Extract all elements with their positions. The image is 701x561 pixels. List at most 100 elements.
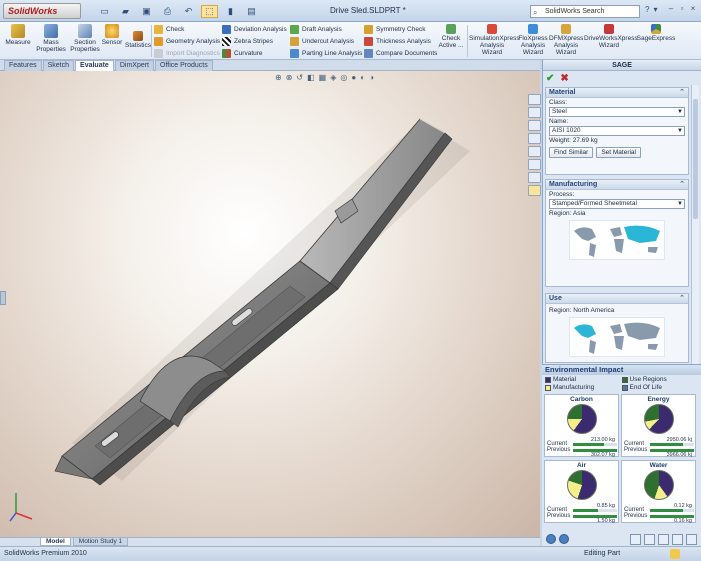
zebra-stripes-button[interactable]: Zebra Stripes [222, 35, 287, 47]
sensor-button[interactable]: Sensor [101, 24, 123, 46]
options-icon[interactable]: ▤ [243, 5, 260, 18]
rebuild-icon[interactable]: ▮ [222, 5, 239, 18]
measure-button[interactable]: Measure [4, 24, 32, 46]
collapse-icon[interactable]: ⌃ [679, 294, 685, 304]
graphics-area[interactable]: ⊕ ⊗ ↺ ◧ ▦ ◈ ◎ ● ◐ ◑ [0, 71, 540, 537]
tab-sketch[interactable]: Sketch [42, 60, 75, 71]
legend-swatch [545, 377, 551, 383]
impact-legend: Material Use Regions Manufacturing End O… [542, 375, 701, 393]
design-library-icon[interactable] [528, 107, 541, 118]
manufacturing-region-map[interactable] [569, 220, 665, 260]
save-icon[interactable]: ▣ [138, 5, 155, 18]
minimize-button[interactable]: – [666, 4, 676, 14]
view-palette-icon[interactable] [528, 146, 541, 157]
collapse-icon[interactable]: ⌃ [679, 88, 685, 98]
compare-documents-button[interactable]: Compare Documents [364, 47, 437, 59]
impact-card-carbon[interactable]: Carbon 213.00 kg Current Previous 302.07 kg [544, 394, 619, 458]
previous-value: 302.07 kg [590, 452, 615, 458]
collapse-icon[interactable]: ⌃ [679, 180, 685, 190]
undercut-analysis-button[interactable]: Undercut Analysis [290, 35, 362, 47]
deviation-analysis-button[interactable]: Deviation Analysis [222, 23, 287, 35]
sageexpress-button[interactable]: SageExpress [636, 24, 676, 42]
impact-card-title: Energy [647, 396, 670, 403]
class-select[interactable]: Steel ▼ [549, 107, 685, 117]
mass-properties-button[interactable]: Mass Properties [34, 24, 68, 53]
legend-swatch [545, 385, 551, 391]
find-similar-button[interactable]: Find Similar [549, 147, 594, 158]
open-folder-icon[interactable]: ▰ [117, 5, 134, 18]
dfmxpress-button[interactable]: DFMXpress Analysis Wizard [549, 24, 583, 56]
simulationxpress-button[interactable]: SimulationXpress Analysis Wizard [469, 24, 520, 56]
export-icon[interactable] [672, 533, 683, 545]
command-tabs: Features Sketch Evaluate DimXpert Office… [0, 60, 540, 71]
statistics-button[interactable]: Statistics [124, 31, 152, 49]
tab-dimxpert[interactable]: DimXpert [114, 60, 155, 71]
scrollbar-thumb[interactable] [693, 99, 698, 219]
restore-button[interactable]: ▫ [677, 4, 687, 14]
check-button[interactable]: Check [154, 23, 220, 35]
geometry-analysis-button[interactable]: Geometry Analysis [154, 35, 220, 47]
file-explorer-icon[interactable] [528, 120, 541, 131]
tab-evaluate[interactable]: Evaluate [75, 60, 114, 71]
thickness-analysis-button[interactable]: Thickness Analysis [364, 35, 437, 47]
import-icon[interactable] [658, 533, 669, 545]
previous-label: Previous [624, 447, 648, 453]
material-name-select[interactable]: AISI 1020 ▼ [549, 126, 685, 136]
sustainability-icon[interactable] [528, 185, 541, 196]
sage-icon [651, 24, 661, 34]
ok-check-icon[interactable]: ✔ [546, 73, 554, 84]
close-button[interactable]: × [688, 4, 698, 14]
scale-icon [44, 24, 58, 38]
quick-access-toolbar: ▭ ▰ ▣ ⎙ ↶ ⬚ ▮ ▤ [96, 5, 260, 18]
impact-card-air[interactable]: Air 0.85 kg Current Previous 1.50 kg [544, 460, 619, 524]
previous-label: Previous [547, 513, 571, 519]
process-select[interactable]: Stamped/Formed Sheetmetal ▼ [549, 199, 685, 209]
print-icon[interactable]: ⎙ [159, 5, 176, 18]
undo-icon[interactable]: ↶ [180, 5, 197, 18]
drive-sled-model [54, 118, 470, 486]
import-diagnostics-button[interactable]: Import Diagnostics [154, 47, 220, 59]
search-input[interactable]: ⌕ SolidWorks Search [530, 5, 640, 18]
new-document-icon[interactable]: ▭ [96, 5, 113, 18]
zebra-icon [222, 36, 231, 46]
impact-card-water[interactable]: Water 0.12 kg Current Previous 0.16 kg [621, 460, 696, 524]
set-material-button[interactable]: Set Material [596, 147, 641, 158]
appearances-icon[interactable] [528, 159, 541, 170]
home-icon[interactable] [528, 94, 541, 105]
compare-icon [364, 48, 373, 58]
floxpress-button[interactable]: FloXpress Analysis Wizard [517, 24, 549, 56]
use-region-map[interactable] [569, 317, 665, 357]
symmetry-icon [364, 24, 373, 34]
impact-card-energy[interactable]: Energy 2950.06 kj Current Previous 3966.06 k… [621, 394, 696, 458]
region-label: Region: [549, 210, 572, 217]
dfmxpress-icon [561, 24, 571, 34]
draft-analysis-button[interactable]: Draft Analysis [290, 23, 362, 35]
curvature-button[interactable]: Curvature [222, 47, 287, 59]
dropdown-icon[interactable]: ▾ [653, 5, 657, 14]
parting-line-analysis-button[interactable]: Parting Line Analysis [290, 47, 362, 59]
symmetry-check-button[interactable]: Symmetry Check [364, 23, 437, 35]
tab-features[interactable]: Features [4, 60, 42, 71]
tab-office-products[interactable]: Office Products [155, 60, 213, 71]
report-icon[interactable] [630, 533, 641, 545]
driveworksxpress-button[interactable]: DriveWorksXpress Wizard [584, 24, 638, 49]
forward-arrow-icon[interactable] [559, 534, 569, 544]
app-logo[interactable]: SolidWorks [3, 3, 81, 19]
cancel-x-icon[interactable]: ✖ [560, 73, 568, 84]
quick-tips-icon[interactable] [670, 549, 680, 559]
legend-swatch [621, 385, 628, 391]
tab-model[interactable]: Model [40, 538, 71, 546]
section-properties-button[interactable]: Section Properties [69, 24, 101, 53]
check-active-button[interactable]: Check Active ... [436, 24, 466, 49]
compare-icon[interactable] [644, 533, 655, 545]
tab-motion-study[interactable]: Motion Study 1 [72, 538, 129, 546]
search-results-icon[interactable] [528, 133, 541, 144]
help-icon[interactable] [686, 533, 697, 545]
status-mode: Editing Part [584, 550, 621, 557]
custom-properties-icon[interactable] [528, 172, 541, 183]
help-icon[interactable]: ? [645, 5, 649, 14]
back-arrow-icon[interactable] [546, 534, 556, 544]
pane-scrollbar[interactable] [691, 85, 699, 385]
select-icon[interactable]: ⬚ [201, 5, 218, 18]
simulation-icon [487, 24, 497, 34]
